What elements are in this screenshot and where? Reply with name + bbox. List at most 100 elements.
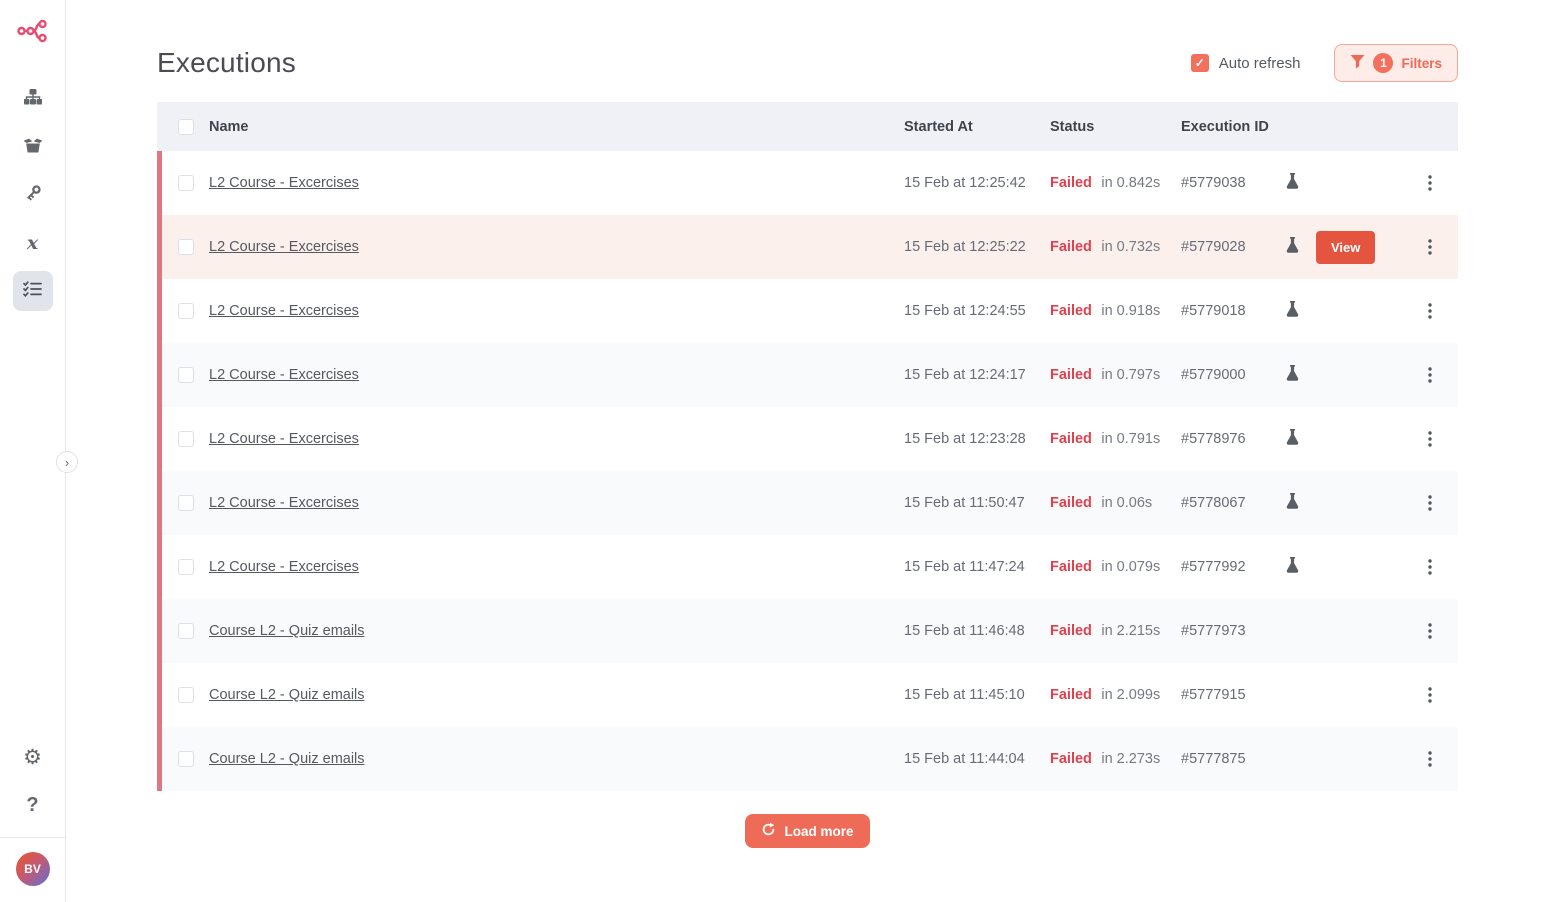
select-all-checkbox[interactable] (178, 119, 194, 135)
started-at-cell: 15 Feb at 11:50:47 (904, 495, 1050, 511)
row-menu-dots-icon[interactable] (1418, 491, 1442, 515)
execution-id-cell: #5778067 (1181, 495, 1286, 511)
row-menu-dots-icon[interactable] (1418, 299, 1442, 323)
status-failed-label: Failed (1050, 687, 1092, 703)
retry-of-execution-icon (1286, 493, 1299, 514)
page-title: Executions (157, 47, 296, 79)
table-row[interactable]: L2 Course - Excercises 15 Feb at 12:24:5… (157, 279, 1458, 343)
sidebar-item-credentials[interactable] (13, 175, 53, 215)
row-checkbox[interactable] (178, 367, 194, 383)
row-checkbox[interactable] (178, 431, 194, 447)
row-menu-dots-icon[interactable] (1418, 619, 1442, 643)
row-menu-dots-icon[interactable] (1418, 683, 1442, 707)
status-failed-label: Failed (1050, 367, 1092, 383)
status-cell: Failed in 0.06s (1050, 494, 1181, 512)
row-checkbox[interactable] (178, 175, 194, 191)
started-at-cell: 15 Feb at 12:23:28 (904, 431, 1050, 447)
row-checkbox[interactable] (178, 239, 194, 255)
table-row[interactable]: L2 Course - Excercises 15 Feb at 11:47:2… (157, 535, 1458, 599)
table-row[interactable]: Course L2 - Quiz emails 15 Feb at 11:45:… (157, 663, 1458, 727)
status-failed-label: Failed (1050, 495, 1092, 511)
filter-count-badge: 1 (1373, 53, 1393, 73)
started-at-cell: 15 Feb at 12:25:42 (904, 175, 1050, 191)
execution-name-link[interactable]: L2 Course - Excercises (209, 431, 359, 447)
row-menu-dots-icon[interactable] (1418, 427, 1442, 451)
execution-id-cell: #5778976 (1181, 431, 1286, 447)
sidebar-item-workflows[interactable] (13, 79, 53, 119)
sidebar-item-templates[interactable] (13, 127, 53, 167)
status-duration: in 0.842s (1101, 175, 1160, 191)
credentials-icon (24, 184, 42, 207)
status-cell: Failed in 2.215s (1050, 622, 1181, 640)
row-checkbox[interactable] (178, 623, 194, 639)
status-duration: in 2.099s (1101, 687, 1160, 703)
execution-id-cell: #5777915 (1181, 687, 1286, 703)
status-cell: Failed in 0.732s (1050, 238, 1181, 256)
column-header-status: Status (1050, 119, 1181, 135)
row-checkbox[interactable] (178, 303, 194, 319)
variables-icon: x (27, 232, 38, 254)
table-row[interactable]: L2 Course - Excercises 15 Feb at 12:25:4… (157, 151, 1458, 215)
row-menu-dots-icon[interactable] (1418, 555, 1442, 579)
execution-id-cell: #5779038 (1181, 175, 1286, 191)
status-cell: Failed in 0.797s (1050, 366, 1181, 384)
execution-name-link[interactable]: L2 Course - Excercises (209, 559, 359, 575)
execution-name-link[interactable]: L2 Course - Excercises (209, 303, 359, 319)
execution-name-link[interactable]: Course L2 - Quiz emails (209, 687, 365, 703)
row-checkbox[interactable] (178, 751, 194, 767)
column-header-started-at: Started At (904, 119, 1050, 135)
sidebar-item-settings[interactable]: ⚙ (13, 737, 53, 777)
status-duration: in 2.215s (1101, 623, 1160, 639)
row-menu-dots-icon[interactable] (1418, 171, 1442, 195)
execution-id-cell: #5779028 (1181, 239, 1286, 255)
status-failed-label: Failed (1050, 559, 1092, 575)
view-button[interactable]: View (1316, 231, 1375, 264)
execution-id-cell: #5777973 (1181, 623, 1286, 639)
execution-name-link[interactable]: L2 Course - Excercises (209, 367, 359, 383)
page-header: Executions ✓ Auto refresh 1 Filters (67, 0, 1545, 82)
n8n-logo-icon[interactable] (17, 16, 49, 51)
table-row[interactable]: L2 Course - Excercises 15 Feb at 12:23:2… (157, 407, 1458, 471)
row-checkbox[interactable] (178, 495, 194, 511)
execution-name-link[interactable]: L2 Course - Excercises (209, 175, 359, 191)
retry-of-execution-icon (1286, 301, 1299, 322)
execution-name-link[interactable]: L2 Course - Excercises (209, 239, 359, 255)
sidebar: x ⚙ ? BV (0, 0, 66, 902)
table-row[interactable]: L2 Course - Excercises 15 Feb at 12:25:2… (157, 215, 1458, 279)
execution-name-link[interactable]: Course L2 - Quiz emails (209, 623, 365, 639)
status-duration: in 0.797s (1101, 367, 1160, 383)
sidebar-item-help[interactable]: ? (13, 785, 53, 825)
sidebar-divider (0, 837, 65, 838)
table-row[interactable]: Course L2 - Quiz emails 15 Feb at 11:44:… (157, 727, 1458, 791)
filters-label: Filters (1401, 56, 1442, 71)
table-row[interactable]: L2 Course - Excercises 15 Feb at 11:50:4… (157, 471, 1458, 535)
status-duration: in 0.732s (1101, 239, 1160, 255)
status-cell: Failed in 2.273s (1050, 750, 1181, 768)
table-row[interactable]: Course L2 - Quiz emails 15 Feb at 11:46:… (157, 599, 1458, 663)
settings-gear-icon: ⚙ (23, 747, 42, 768)
checkbox-checked-icon[interactable]: ✓ (1191, 54, 1209, 72)
execution-id-cell: #5777992 (1181, 559, 1286, 575)
avatar[interactable]: BV (16, 852, 50, 886)
started-at-cell: 15 Feb at 11:47:24 (904, 559, 1050, 575)
sidebar-item-executions[interactable] (13, 271, 53, 311)
row-checkbox[interactable] (178, 559, 194, 575)
auto-refresh-checkbox[interactable]: ✓ Auto refresh (1191, 54, 1301, 72)
started-at-cell: 15 Feb at 12:24:55 (904, 303, 1050, 319)
row-menu-dots-icon[interactable] (1418, 235, 1442, 259)
row-menu-dots-icon[interactable] (1418, 747, 1442, 771)
table-row[interactable]: L2 Course - Excercises 15 Feb at 12:24:1… (157, 343, 1458, 407)
chevron-right-icon: › (65, 455, 69, 470)
execution-id-cell: #5779000 (1181, 367, 1286, 383)
filters-button[interactable]: 1 Filters (1334, 44, 1458, 82)
sidebar-item-variables[interactable]: x (13, 223, 53, 263)
sidebar-expand-button[interactable]: › (56, 451, 78, 473)
load-more-button[interactable]: Load more (745, 814, 869, 848)
execution-name-link[interactable]: Course L2 - Quiz emails (209, 751, 365, 767)
row-checkbox[interactable] (178, 687, 194, 703)
status-failed-label: Failed (1050, 239, 1092, 255)
status-duration: in 0.918s (1101, 303, 1160, 319)
execution-name-link[interactable]: L2 Course - Excercises (209, 495, 359, 511)
row-menu-dots-icon[interactable] (1418, 363, 1442, 387)
executions-table-body: L2 Course - Excercises 15 Feb at 12:25:4… (157, 151, 1458, 791)
